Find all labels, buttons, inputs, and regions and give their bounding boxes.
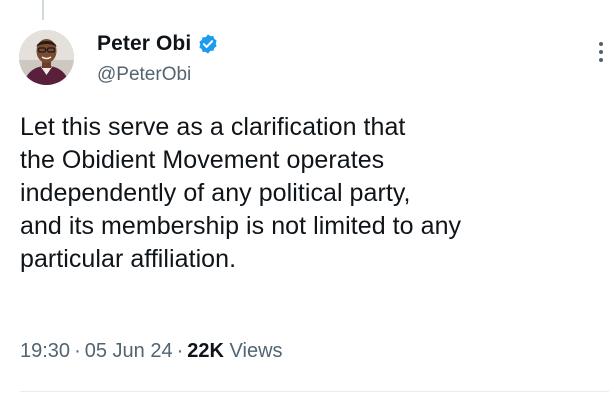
- divider: [20, 391, 609, 392]
- tweet-author: Peter Obi @PeterObi: [97, 30, 219, 90]
- avatar[interactable]: [19, 30, 74, 85]
- meta-separator: ·: [74, 340, 81, 362]
- author-handle[interactable]: @PeterObi: [97, 64, 219, 86]
- meta-separator: ·: [176, 340, 184, 362]
- tweet-text: Let this serve as a clarification that t…: [20, 113, 462, 273]
- tweet-time[interactable]: 19:30: [20, 340, 70, 362]
- tweet-card: Peter Obi @PeterObi Let this serve as a …: [0, 0, 609, 403]
- author-name-row: Peter Obi: [97, 30, 219, 58]
- tweet-date[interactable]: 05 Jun 24: [85, 340, 173, 362]
- tweet-metadata: 19:30 · 05 Jun 24 · 22K Views: [20, 340, 283, 363]
- views-count[interactable]: 22K: [187, 340, 224, 362]
- views-label: Views: [229, 340, 283, 362]
- author-display-name[interactable]: Peter Obi: [97, 32, 191, 56]
- thread-connector-line: [42, 0, 44, 20]
- more-icon[interactable]: [594, 42, 608, 70]
- verified-badge-icon: [197, 33, 219, 55]
